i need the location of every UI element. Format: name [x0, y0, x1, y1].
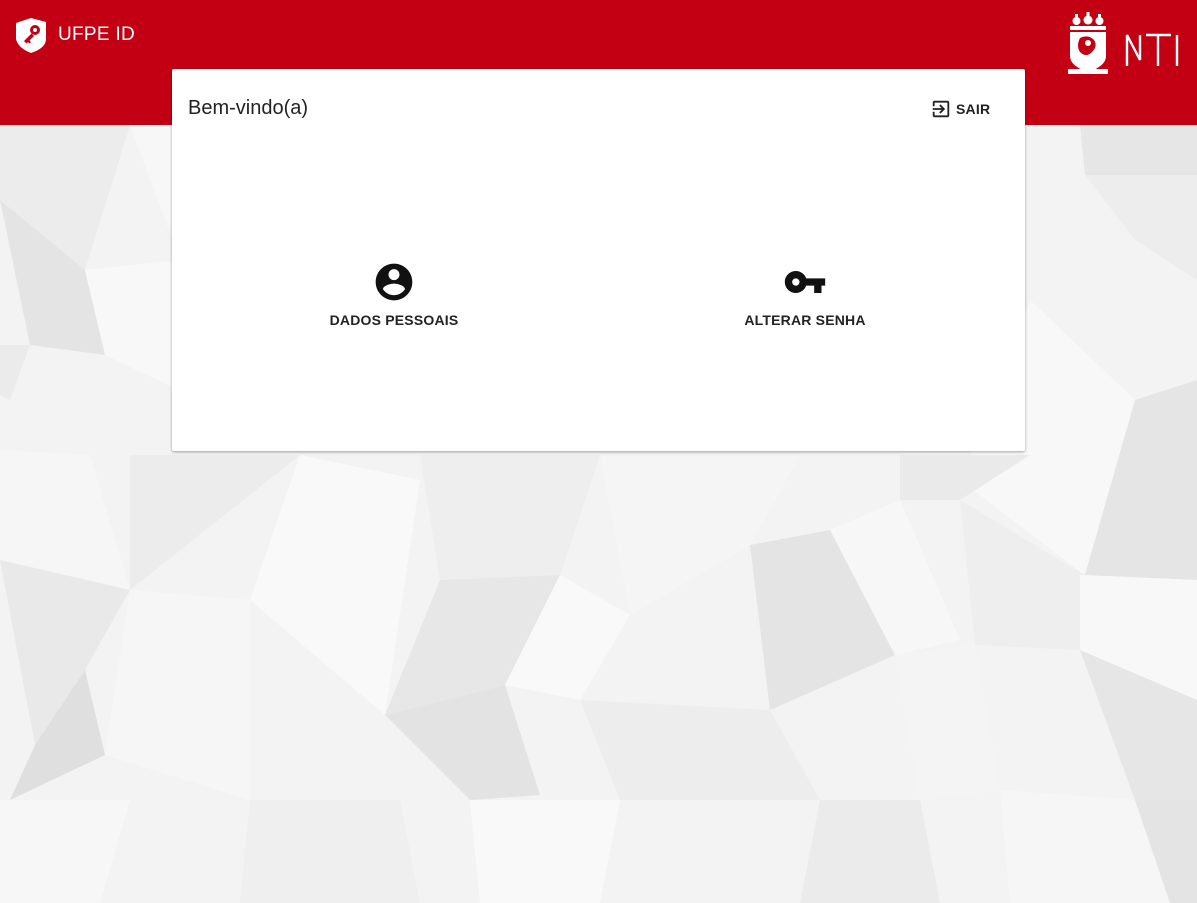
change-password-button[interactable]: ALTERAR SENHA — [715, 260, 895, 328]
logout-label: SAIR — [956, 101, 991, 117]
personal-data-button[interactable]: DADOS PESSOAIS — [304, 260, 484, 328]
app-title: UFPE ID — [58, 24, 136, 45]
nti-logo — [1125, 33, 1179, 66]
page-title: Bem-vindo(a) — [188, 97, 309, 119]
vpn-key-icon — [784, 271, 826, 293]
personal-data-label: DADOS PESSOAIS — [329, 312, 459, 328]
change-password-label: ALTERAR SENHA — [744, 312, 866, 328]
ufpe-crest-logo — [1068, 12, 1108, 74]
brand[interactable]: UFPE ID — [14, 16, 135, 54]
page: UFPE ID Bem-vindo(a) SAIR DADOS PESSOAIS… — [0, 0, 1197, 903]
account-circle-icon — [375, 263, 413, 301]
ufpe-id-logo — [16, 17, 46, 53]
logout-button[interactable]: SAIR — [920, 94, 1000, 124]
welcome-card: Bem-vindo(a) SAIR DADOS PESSOAIS ALTERAR… — [172, 69, 1025, 451]
exit-to-app-icon — [932, 100, 950, 118]
